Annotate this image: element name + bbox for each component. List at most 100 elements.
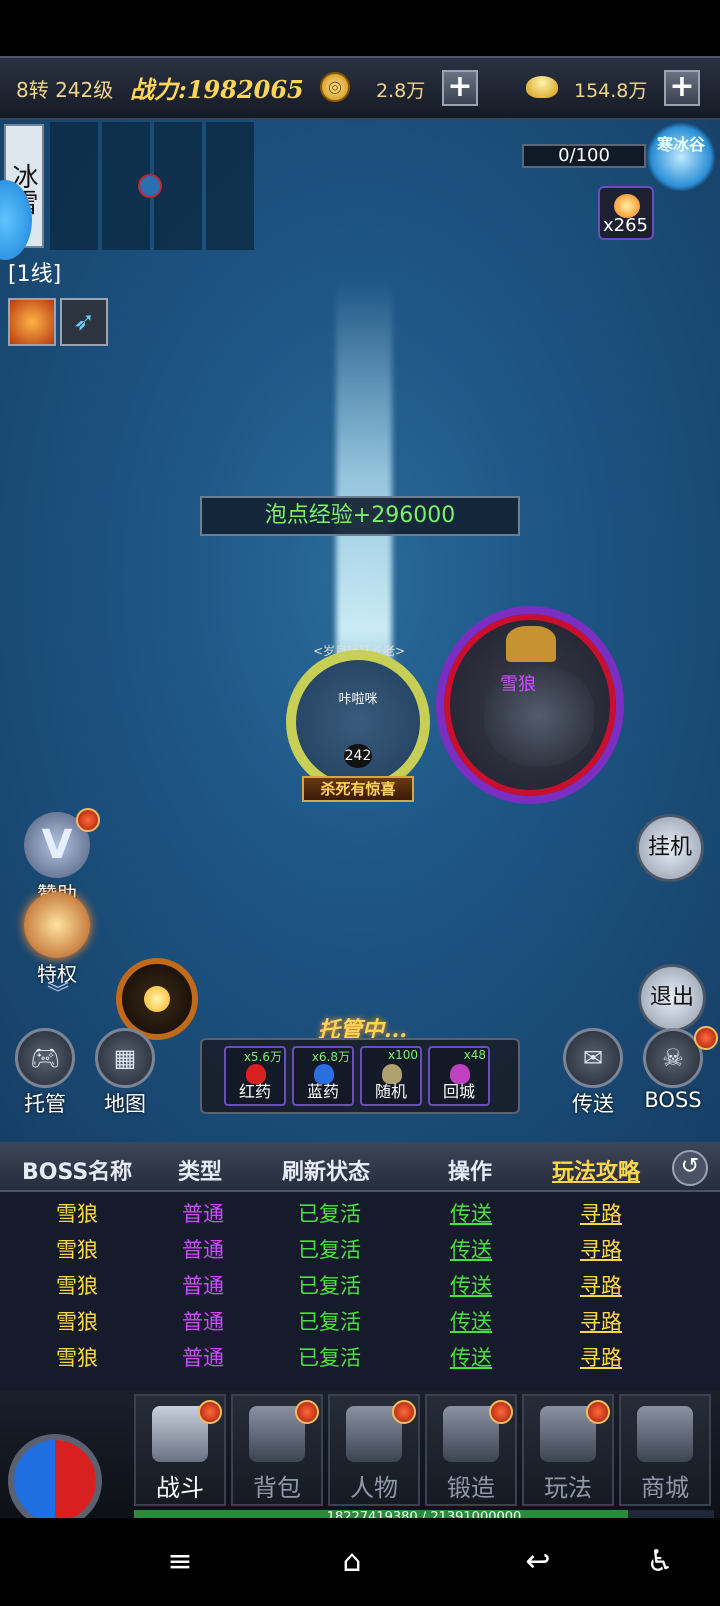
boss-name-label: 雪狼 <box>500 674 536 695</box>
exit-button[interactable]: 退出 <box>638 964 706 1032</box>
pathfind-link[interactable]: 寻路 <box>580 1198 622 1228</box>
potion-label: 蓝药 <box>306 1082 339 1101</box>
boss-state-cell: 已复活 <box>298 1202 361 1226</box>
game-scene[interactable]: 冰雪 [1线] ➶ 0/100 寒冰谷 x265 泡点经验+296000 <岁月… <box>0 120 720 1142</box>
buff-warrior-icon[interactable] <box>8 298 56 346</box>
potion-bar: x5.6万 红药 x6.8万 蓝药 x100 随机 x48 回城 <box>200 1038 520 1114</box>
notification-dot <box>392 1400 416 1424</box>
potion-qty: x48 <box>463 1048 486 1062</box>
auto-label: 托管 <box>24 1092 66 1116</box>
boss-state-cell: 已复活 <box>298 1274 361 1298</box>
potion-random[interactable]: x100 随机 <box>360 1046 422 1106</box>
table-row: 雪狼 普通 已复活 传送 寻路 <box>0 1338 720 1374</box>
teleport-link[interactable]: 传送 <box>450 1306 492 1336</box>
add-ingot-button[interactable]: + <box>664 70 700 106</box>
potion-blue[interactable]: x6.8万 蓝药 <box>292 1046 354 1106</box>
nav-label: 玩法 <box>544 1474 592 1502</box>
teleport-link[interactable]: 传送 <box>450 1342 492 1372</box>
boss-type-cell: 普通 <box>182 1274 224 1298</box>
buff-arrow-icon[interactable]: ➶ <box>60 298 108 346</box>
teleport-link[interactable]: 传送 <box>450 1198 492 1228</box>
auto-button[interactable]: 🎮︎ 托管 <box>6 1028 84 1118</box>
notification-dot <box>295 1400 319 1424</box>
table-row: 雪狼 普通 已复活 传送 寻路 <box>0 1194 720 1230</box>
potion-qty: x100 <box>387 1048 418 1062</box>
header-type: 类型 <box>178 1160 223 1185</box>
pathfind-link[interactable]: 寻路 <box>580 1270 622 1300</box>
pathfind-link[interactable]: 寻路 <box>580 1342 622 1372</box>
nav-label: 背包 <box>253 1474 301 1502</box>
potion-return[interactable]: x48 回城 <box>428 1046 490 1106</box>
teleport-link[interactable]: 传送 <box>450 1234 492 1264</box>
fire-item-slot[interactable]: x265 <box>598 186 654 240</box>
map-button[interactable]: ▦ 地图 <box>86 1028 164 1118</box>
boss-table-header: BOSS名称 类型 刷新状态 操作 玩法攻略 ↺ <box>0 1144 720 1192</box>
boss-name-cell: 雪狼 <box>56 1310 98 1334</box>
item-count: x265 <box>602 215 648 236</box>
potion-label: 回城 <box>442 1082 475 1101</box>
table-row: 雪狼 普通 已复活 传送 寻路 <box>0 1230 720 1266</box>
accessibility-icon[interactable]: ♿ <box>640 1544 680 1580</box>
frost-emblem-icon[interactable]: 寒冰谷 <box>646 122 716 192</box>
add-coin-button[interactable]: + <box>442 70 478 106</box>
shop-icon <box>637 1406 693 1462</box>
potion-qty: x6.8万 <box>311 1050 350 1064</box>
teleport-link[interactable]: 传送 <box>450 1270 492 1300</box>
gamepad-icon: 🎮︎ <box>15 1028 75 1088</box>
bottom-nav: 战斗背包人物锻造玩法商城 18227419380 / 21391000000 <box>0 1390 720 1528</box>
crown-icon <box>24 892 90 958</box>
boss-label: BOSS <box>644 1088 702 1112</box>
potion-label: 红药 <box>238 1082 271 1101</box>
coin-icon: ◎ <box>320 72 350 102</box>
boss-name-cell: 雪狼 <box>56 1238 98 1262</box>
back-icon[interactable]: ↺ <box>672 1150 708 1186</box>
potion-red[interactable]: x5.6万 红药 <box>224 1046 286 1106</box>
boss-state-cell: 已复活 <box>298 1310 361 1334</box>
map-icon: ▦ <box>95 1028 155 1088</box>
boss-name-cell: 雪狼 <box>56 1346 98 1370</box>
notification-dot <box>694 1026 718 1050</box>
teleport-button[interactable]: ✉ 传送 <box>554 1028 632 1118</box>
boss-snow-wolf[interactable] <box>436 606 624 804</box>
nav-gameplay[interactable]: 玩法 <box>522 1394 614 1506</box>
server-line[interactable]: [1线] <box>8 256 61 288</box>
combat-power: 战力:1982065 <box>130 75 304 104</box>
player-level-badge: 242 <box>344 744 372 768</box>
system-nav-bar: ≡ ⌂ ↩ ♿ <box>0 1518 720 1606</box>
map-label: 地图 <box>104 1092 146 1116</box>
skull-horns-icon <box>506 626 556 662</box>
gold-ingot-icon <box>526 76 558 98</box>
chevron-down-icon[interactable]: ︾ <box>42 976 74 1007</box>
guide-link[interactable]: 玩法攻略 <box>552 1154 640 1186</box>
nav-bag[interactable]: 背包 <box>231 1394 323 1506</box>
nav-shop[interactable]: 商城 <box>619 1394 711 1506</box>
nav-character[interactable]: 人物 <box>328 1394 420 1506</box>
taiji-icon[interactable] <box>8 1434 102 1528</box>
boss-state-cell: 已复活 <box>298 1346 361 1370</box>
home-icon[interactable]: ⌂ <box>332 1544 372 1580</box>
player-level-text: 8转 242级 <box>16 78 114 102</box>
boss-list-panel: BOSS名称 类型 刷新状态 操作 玩法攻略 ↺ 雪狼 普通 已复活 传送 寻路 雪狼 普通… <box>0 1142 720 1390</box>
potion-qty: x5.6万 <box>243 1050 282 1064</box>
kill-reward-banner: 杀死有惊喜 <box>302 776 414 802</box>
pathfind-link[interactable]: 寻路 <box>580 1234 622 1264</box>
boss-name-cell: 雪狼 <box>56 1274 98 1298</box>
nav-label: 商城 <box>641 1474 689 1502</box>
exp-gain-banner: 泡点经验+296000 <box>200 496 520 536</box>
back-nav-icon[interactable]: ↩ <box>518 1544 558 1580</box>
player-marker-icon <box>138 174 162 198</box>
menu-icon[interactable]: ≡ <box>160 1544 200 1580</box>
status-bar <box>0 0 720 56</box>
nav-battle[interactable]: 战斗 <box>134 1394 226 1506</box>
afk-button[interactable]: 挂机 <box>636 814 704 882</box>
player-character[interactable]: 咔啦咪 242 <box>286 650 430 794</box>
notification-dot <box>586 1400 610 1424</box>
boss-type-cell: 普通 <box>182 1310 224 1334</box>
top-bar: 8转 242级 战力:1982065 ◎ 2.8万 + 154.8万 + <box>0 56 720 120</box>
pathfind-link[interactable]: 寻路 <box>580 1306 622 1336</box>
nav-label: 战斗 <box>156 1474 204 1502</box>
privilege-button[interactable]: 特权 <box>20 892 94 987</box>
nav-forge[interactable]: 锻造 <box>425 1394 517 1506</box>
minimap[interactable] <box>50 122 258 250</box>
player-name: 咔啦咪 <box>338 692 378 707</box>
